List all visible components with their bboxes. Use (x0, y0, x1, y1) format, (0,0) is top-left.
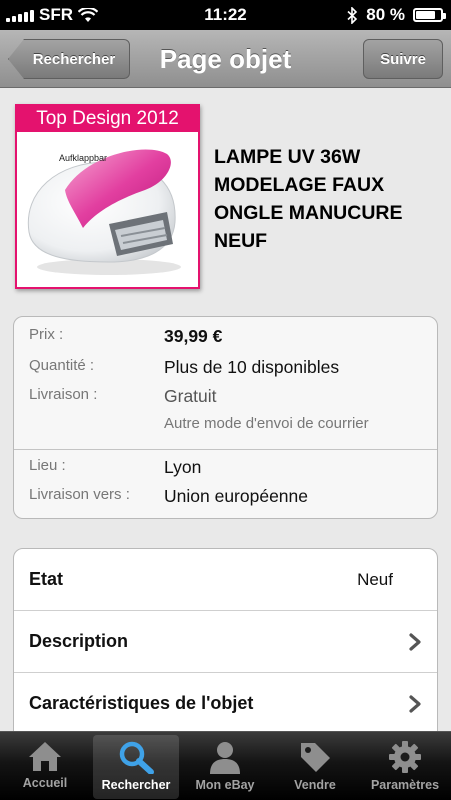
location-value: Lyon (164, 457, 202, 477)
description-label: Description (29, 631, 129, 651)
tab-search[interactable]: Rechercher (93, 735, 179, 799)
status-bar: SFR 11:22 80 % (0, 0, 451, 30)
status-right: 80 % (347, 5, 446, 25)
tab-settings[interactable]: Paramètres (362, 735, 448, 799)
price-label: Prix : (29, 326, 64, 343)
details-divider (14, 449, 437, 450)
image-banner: Top Design 2012 (17, 106, 198, 132)
item-specifics-label: Caractéristiques de l'objet (29, 693, 254, 713)
item-details-card: Prix : 39,99 € Quantité : Plus de 10 dis… (13, 316, 438, 519)
condition-row: Etat Neuf (14, 549, 437, 611)
price-value: 39,99 € (164, 326, 223, 346)
quantity-label: Quantité : (29, 357, 95, 374)
battery-icon (413, 8, 446, 22)
ships-to-label: Livraison vers : (29, 486, 130, 503)
tab-sell[interactable]: Vendre (272, 735, 358, 799)
tab-search-label: Rechercher (101, 778, 171, 792)
search-icon (119, 741, 154, 774)
tab-bar: Accueil Rechercher Mon eBay Vendre Param… (0, 731, 451, 800)
ships-to-value: Union européenne (164, 486, 309, 506)
person-icon (210, 742, 240, 774)
item-title: LAMPE UV 36W MODELAGE FAUX ONGLE MANUCUR… (214, 146, 403, 252)
tab-my-ebay-label: Mon eBay (195, 778, 255, 792)
item-image[interactable]: Top Design 2012 Aufklappbar (15, 104, 200, 289)
tab-settings-label: Paramètres (370, 778, 440, 792)
chevron-right-icon (409, 633, 421, 651)
location-label: Lieu : (29, 457, 66, 474)
follow-button[interactable]: Suivre (363, 39, 443, 79)
gear-icon (389, 741, 421, 773)
image-caption: Aufklappbar (59, 153, 108, 163)
tab-home-label: Accueil (22, 776, 68, 790)
bluetooth-icon (347, 6, 358, 24)
condition-label: Etat (29, 569, 64, 589)
shipping-value: Gratuit (164, 386, 217, 406)
tab-my-ebay[interactable]: Mon eBay (182, 735, 268, 799)
description-row[interactable]: Description (14, 611, 437, 673)
navigation-bar: Rechercher Page objet Suivre (0, 30, 451, 88)
shipping-label: Livraison : (29, 386, 98, 403)
tab-sell-label: Vendre (294, 778, 336, 792)
item-specifics-row[interactable]: Caractéristiques de l'objet (14, 673, 437, 735)
battery-percent: 80 % (366, 5, 405, 24)
quantity-value: Plus de 10 disponibles (164, 357, 340, 377)
home-icon (29, 742, 61, 771)
tab-home[interactable]: Accueil (2, 735, 88, 799)
shipping-note: Autre mode d'envoi de courrier (164, 415, 369, 432)
uv-lamp-picture (27, 149, 181, 275)
chevron-right-icon (409, 695, 421, 713)
item-info-table: Etat Neuf Description Caractéristiques d… (13, 548, 438, 748)
tag-icon (301, 743, 330, 772)
condition-value: Neuf (357, 570, 393, 589)
